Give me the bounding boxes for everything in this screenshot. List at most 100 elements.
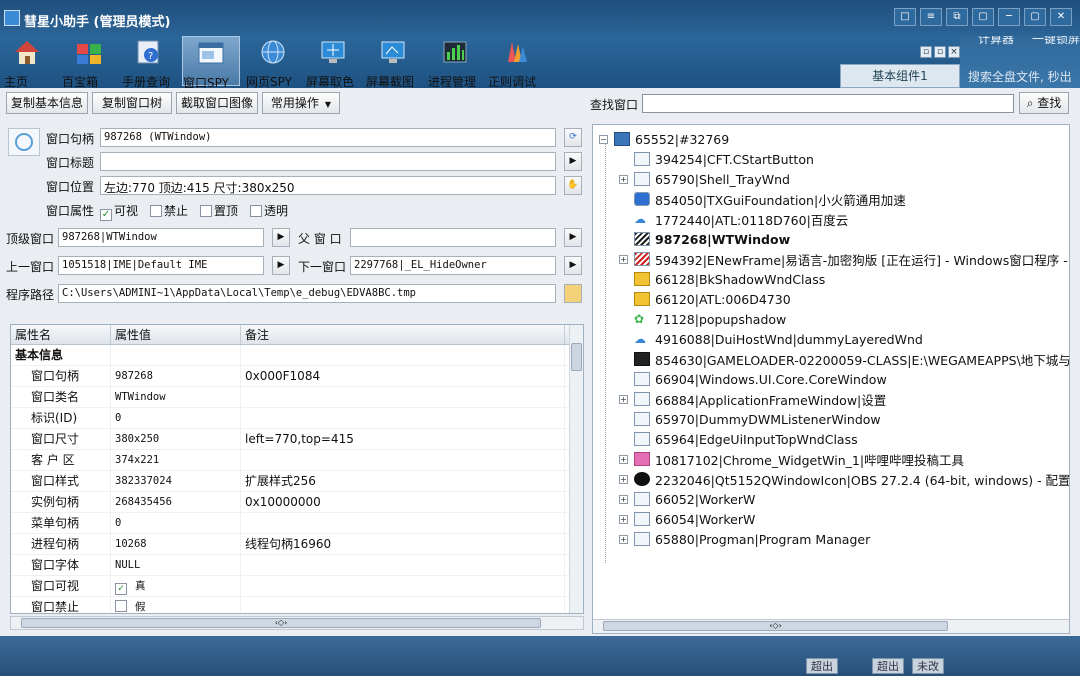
tool-color-picker[interactable]: 屏幕取色 [306,36,360,89]
top-window-arrow-icon[interactable]: ▶ [272,228,290,247]
parent-window-field[interactable] [350,228,556,247]
search-window-input[interactable] [642,94,1014,113]
common-ops-dropdown[interactable]: 常用操作 [262,92,340,114]
tree-node[interactable]: ☁ 4916088|DuiHostWnd|dummyLayeredWnd [619,329,923,349]
next-window-field[interactable]: 2297768|_EL_HideOwner [350,256,556,275]
skin-button[interactable]: □ [894,8,916,26]
tab-basic-components[interactable]: 基本组件1 [840,64,960,88]
search-button[interactable]: ⌕ 查找 [1019,92,1069,114]
tree-node[interactable]: ☁ 1772440|ATL:0118D760|百度云 [619,209,848,229]
expand-icon[interactable]: + [619,514,628,524]
tree-root[interactable]: − 65552|#32769 [599,129,729,149]
tool-manual[interactable]: ? 手册查询 [122,36,176,89]
table-row[interactable]: 标识(ID) 0 [11,408,583,429]
table-row[interactable]: 进程句柄 10268 线程句柄16960 [11,534,583,555]
expand-icon[interactable]: + [619,534,628,544]
minimize-button[interactable]: ─ [998,8,1020,26]
tree-node[interactable]: ✿ 71128|popupshadow [619,309,786,329]
table-row[interactable]: 窗口类名 WTWindow [11,387,583,408]
window-icon [634,152,650,166]
check-icon: ✓ [100,209,112,221]
tree-node[interactable]: +10817102|Chrome_WidgetWin_1|哔哩哔哩投稿工具 [619,449,964,469]
folder-icon[interactable] [564,284,582,303]
col-header-note[interactable]: 备注 [241,325,565,344]
title-arrow-icon[interactable]: ▶ [564,152,582,171]
transparent-checkbox[interactable]: 透明 [250,202,288,219]
grid-horizontal-scrollbar[interactable]: ‹◇› [10,616,584,630]
tool-web-spy[interactable]: 网页SPY [246,36,300,89]
tree-node[interactable]: +594392|ENewFrame|易语言-加密狗版 [正在运行] - Wind… [619,249,1069,269]
tool-treasure-box[interactable]: 百宝箱 [62,36,116,89]
table-row[interactable]: 实例句柄 268435456 0x10000000 [11,492,583,513]
title-field[interactable] [100,152,556,171]
top-window-field[interactable]: 987268|WTWindow [58,228,264,247]
copy-basic-info-button[interactable]: 复制基本信息 [6,92,88,114]
col-header-name[interactable]: 属性名 [11,325,111,344]
grid-group-row[interactable]: 基本信息 [11,345,583,366]
tool-window-spy[interactable]: 窗口SPY [182,36,240,90]
table-row[interactable]: 窗口样式 382337024 扩展样式256 [11,471,583,492]
tree-node[interactable]: +66052|WorkerW [619,489,755,509]
prev-window-arrow-icon[interactable]: ▶ [272,256,290,275]
tab-menu-icon[interactable]: ▫ [920,46,932,58]
tool-home[interactable]: 主页 [4,36,50,89]
tree-node[interactable]: +66054|WorkerW [619,509,755,529]
position-field[interactable]: 左边:770 顶边:415 尺寸:380x250 [100,176,556,195]
tree-node[interactable]: 987268|WTWindow [619,229,790,249]
checked-icon[interactable]: ✓ [115,583,127,595]
table-row[interactable]: 客 户 区 374x221 [11,450,583,471]
next-window-arrow-icon[interactable]: ▶ [564,256,582,275]
mini-button[interactable]: ▢ [972,8,994,26]
tree-node[interactable]: +66884|ApplicationFrameWindow|设置 [619,389,886,409]
expand-icon[interactable]: + [619,174,628,184]
col-header-value[interactable]: 属性值 [111,325,241,344]
capture-window-image-button[interactable]: 截取窗口图像 [176,92,258,114]
menu-button[interactable]: ≡ [920,8,942,26]
prev-window-field[interactable]: 1051518|IME|Default IME [58,256,264,275]
unchecked-icon[interactable] [115,600,127,612]
tree-node[interactable]: 394254|CFT.CStartButton [619,149,814,169]
table-row[interactable]: 菜单句柄 0 [11,513,583,534]
tree-node[interactable]: 66904|Windows.UI.Core.CoreWindow [619,369,887,389]
restore-button[interactable]: ⧉ [946,8,968,26]
tool-regex[interactable]: 正则调试 [488,36,542,89]
topmost-checkbox[interactable]: 置顶 [200,202,238,219]
expand-icon[interactable]: + [619,254,628,264]
tool-screenshot[interactable]: 屏幕截图 [366,36,420,89]
table-row[interactable]: 窗口可视 ✓ 真 [11,576,583,597]
table-row[interactable]: 窗口禁止假 [11,597,583,613]
table-row[interactable]: 窗口字体 NULL [11,555,583,576]
program-path-field[interactable]: C:\Users\ADMINI~1\AppData\Local\Temp\e_d… [58,284,556,303]
tab-float-icon[interactable]: ▫ [934,46,946,58]
tree-node[interactable]: 65964|EdgeUiInputTopWndClass [619,429,858,449]
expand-icon[interactable]: + [619,474,628,484]
tree-node[interactable]: +65880|Progman|Program Manager [619,529,870,549]
tree-node[interactable]: +2232046|Qt5152QWindowIcon|OBS 27.2.4 (6… [619,469,1069,489]
table-row[interactable]: 窗口尺寸 380x250 left=770,top=415 [11,429,583,450]
tree-node[interactable]: 66128|BkShadowWndClass [619,269,825,289]
grid-vertical-scrollbar[interactable] [569,325,583,613]
tree-node[interactable]: 65970|DummyDWMListenerWindow [619,409,881,429]
hand-drag-icon[interactable]: ✋ [564,176,582,195]
tree-node[interactable]: 854050|TXGuiFoundation|小火箭通用加速 [619,189,906,209]
table-row[interactable]: 窗口句柄 987268 0x000F1084 [11,366,583,387]
tree-horizontal-scrollbar[interactable]: ‹◇› [593,619,1069,633]
collapse-icon[interactable]: − [599,134,608,144]
tool-process[interactable]: 进程管理 [428,36,482,89]
handle-field[interactable]: 987268 (WTWindow) [100,128,556,147]
spy-target-icon[interactable] [8,128,40,156]
refresh-icon[interactable]: ⟳ [564,128,582,147]
visible-checkbox[interactable]: ✓ 可视 [100,202,138,221]
expand-icon[interactable]: + [619,394,628,404]
disabled-checkbox[interactable]: 禁止 [150,202,188,219]
tree-node[interactable]: 854630|GAMELOADER-02200059-CLASS|E:\WEGA… [619,349,1069,369]
tree-node[interactable]: 66120|ATL:006D4730 [619,289,791,309]
maximize-button[interactable]: ▢ [1024,8,1046,26]
close-button[interactable]: ✕ [1050,8,1072,26]
copy-window-tree-button[interactable]: 复制窗口树 [92,92,172,114]
expand-icon[interactable]: + [619,454,628,464]
parent-window-arrow-icon[interactable]: ▶ [564,228,582,247]
tree-node[interactable]: +65790|Shell_TrayWnd [619,169,790,189]
expand-icon[interactable]: + [619,494,628,504]
tab-close-icon[interactable]: × [948,46,960,58]
